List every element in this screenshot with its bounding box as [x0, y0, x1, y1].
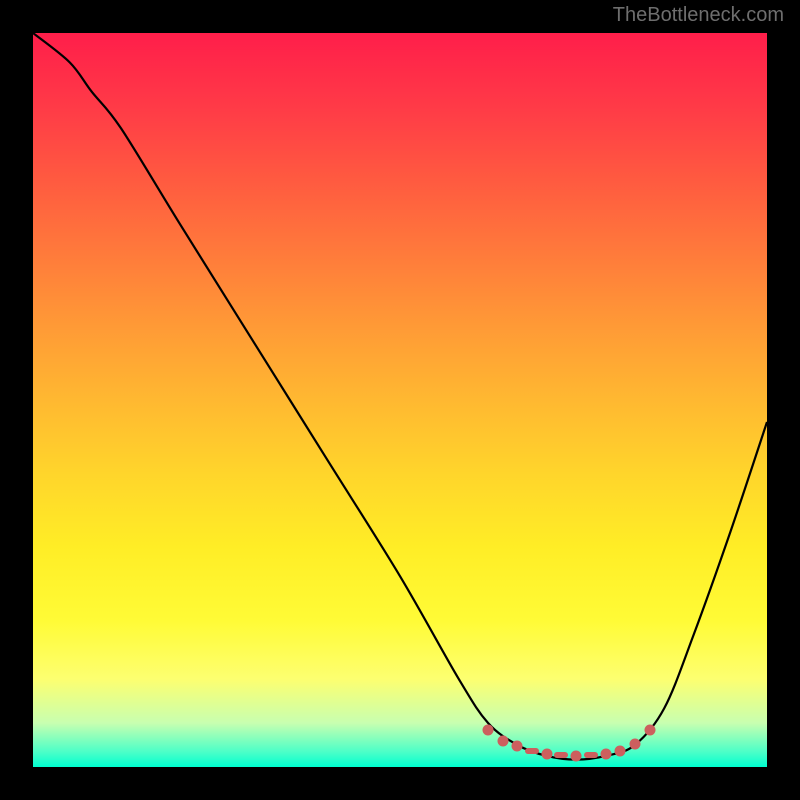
marker-point	[629, 738, 640, 749]
marker-point	[541, 748, 552, 759]
plot-area	[33, 33, 767, 767]
watermark-text: TheBottleneck.com	[613, 4, 784, 27]
marker-point	[600, 748, 611, 759]
marker-point	[644, 725, 655, 736]
marker-point	[584, 752, 598, 758]
marker-point	[554, 752, 568, 758]
marker-point	[512, 741, 523, 752]
marker-point	[497, 736, 508, 747]
marker-cluster	[33, 33, 767, 767]
marker-point	[615, 745, 626, 756]
marker-point	[571, 750, 582, 761]
marker-point	[525, 748, 539, 754]
marker-point	[483, 725, 494, 736]
